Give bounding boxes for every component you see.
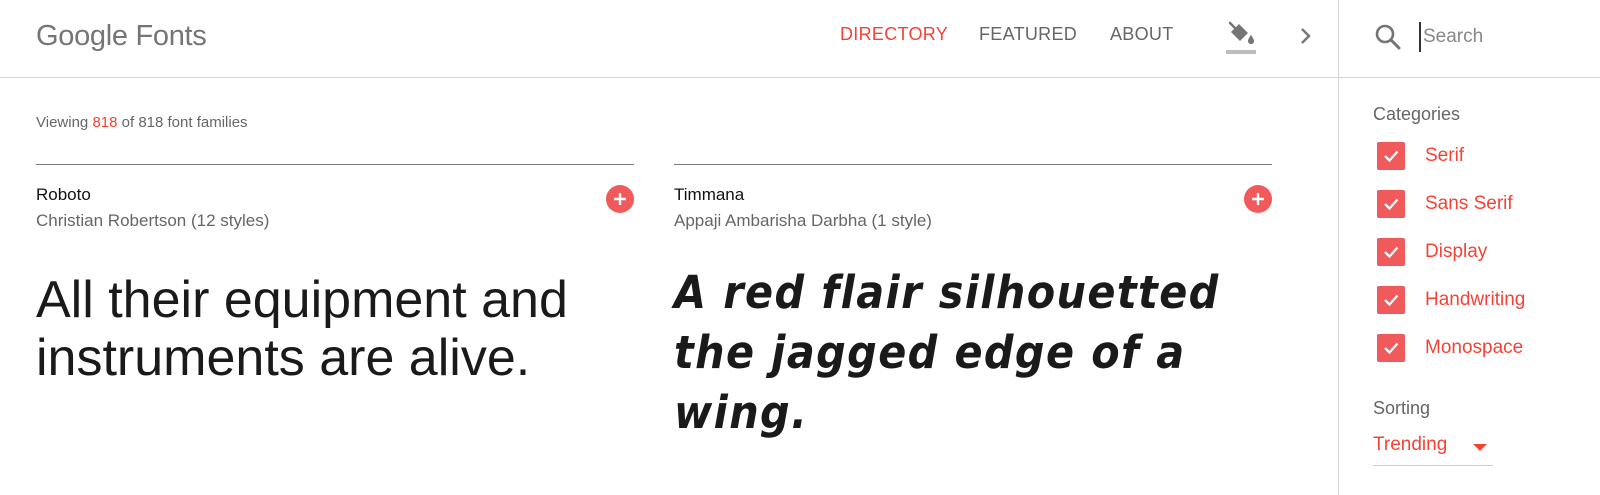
search-input[interactable] bbox=[1419, 22, 1579, 52]
font-sample[interactable]: A red flair silhouetted the jagged edge … bbox=[674, 263, 1224, 443]
font-card-timmana[interactable]: Timmana Appaji Ambarisha Darbha (1 style… bbox=[674, 164, 1272, 439]
nav-about[interactable]: ABOUT bbox=[1110, 24, 1174, 45]
dropdown-arrow-icon[interactable] bbox=[1473, 444, 1487, 451]
viewing-suffix: of 818 font families bbox=[121, 114, 248, 131]
viewing-count: Viewing 818 of 818 font families bbox=[36, 114, 248, 131]
viewing-shown: 818 bbox=[92, 114, 118, 131]
check-icon bbox=[1384, 342, 1399, 355]
logo[interactable]: Google Fonts bbox=[36, 20, 207, 53]
sorting-dropdown[interactable]: Trending bbox=[1373, 432, 1493, 466]
checkbox[interactable] bbox=[1377, 334, 1405, 362]
plus-icon bbox=[614, 193, 626, 205]
check-icon bbox=[1384, 246, 1399, 259]
category-serif[interactable]: Serif bbox=[1377, 142, 1587, 172]
top-bar: Google Fonts DIRECTORY FEATURED ABOUT bbox=[0, 0, 1338, 78]
category-label[interactable]: Sans Serif bbox=[1425, 193, 1513, 215]
checkbox[interactable] bbox=[1377, 238, 1405, 266]
category-sans-serif[interactable]: Sans Serif bbox=[1377, 190, 1587, 220]
checkbox[interactable] bbox=[1377, 286, 1405, 314]
category-label[interactable]: Display bbox=[1425, 241, 1487, 263]
main-area: Google Fonts DIRECTORY FEATURED ABOUT Vi… bbox=[0, 0, 1338, 495]
paint-bucket-icon[interactable] bbox=[1224, 18, 1258, 56]
check-icon bbox=[1384, 294, 1399, 307]
check-icon bbox=[1384, 198, 1399, 211]
font-author: Appaji Ambarisha Darbha (1 style) bbox=[674, 211, 932, 230]
font-author: Christian Robertson (12 styles) bbox=[36, 211, 270, 230]
category-monospace[interactable]: Monospace bbox=[1377, 334, 1587, 364]
category-label[interactable]: Handwriting bbox=[1425, 289, 1525, 311]
check-icon bbox=[1384, 150, 1399, 163]
font-name[interactable]: Timmana bbox=[674, 185, 744, 205]
sidebar: Categories Serif Sans Serif Display Hand… bbox=[1338, 0, 1600, 495]
category-label[interactable]: Monospace bbox=[1425, 337, 1523, 359]
font-card-roboto[interactable]: Roboto Christian Robertson (12 styles) A… bbox=[36, 164, 634, 424]
sorting-value[interactable]: Trending bbox=[1373, 434, 1447, 456]
chevron-right-icon[interactable] bbox=[1296, 22, 1316, 50]
search-icon[interactable] bbox=[1373, 22, 1403, 52]
nav-featured[interactable]: FEATURED bbox=[979, 24, 1077, 45]
search-bar bbox=[1339, 0, 1600, 78]
category-label[interactable]: Serif bbox=[1425, 145, 1464, 167]
font-sample[interactable]: All their equipment and instruments are … bbox=[36, 271, 634, 387]
categories-label: Categories bbox=[1373, 104, 1461, 124]
font-name[interactable]: Roboto bbox=[36, 185, 91, 205]
nav-directory[interactable]: DIRECTORY bbox=[840, 24, 948, 45]
checkbox[interactable] bbox=[1377, 190, 1405, 218]
viewing-prefix: Viewing bbox=[36, 114, 89, 131]
add-font-button[interactable] bbox=[1244, 185, 1272, 213]
category-handwriting[interactable]: Handwriting bbox=[1377, 286, 1587, 316]
checkbox[interactable] bbox=[1377, 142, 1405, 170]
add-font-button[interactable] bbox=[606, 185, 634, 213]
sorting-label: Sorting bbox=[1373, 398, 1431, 418]
category-display[interactable]: Display bbox=[1377, 238, 1587, 268]
plus-icon bbox=[1252, 193, 1264, 205]
